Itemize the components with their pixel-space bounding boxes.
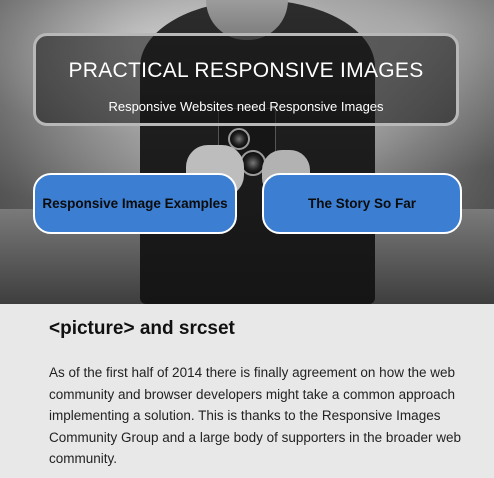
article-section: <picture> and srcset As of the first hal… [0, 304, 494, 478]
article-heading: <picture> and srcset [49, 318, 235, 339]
hero-banner: PRACTICAL RESPONSIVE IMAGES Responsive W… [0, 0, 494, 304]
story-so-far-button[interactable]: The Story So Far [262, 173, 462, 234]
site-title-box: PRACTICAL RESPONSIVE IMAGES Responsive W… [33, 33, 459, 126]
responsive-image-examples-button[interactable]: Responsive Image Examples [33, 173, 237, 234]
article-body: As of the first half of 2014 there is fi… [49, 365, 461, 466]
site-title: PRACTICAL RESPONSIVE IMAGES [68, 59, 424, 82]
site-subtitle: Responsive Websites need Responsive Imag… [108, 99, 384, 114]
